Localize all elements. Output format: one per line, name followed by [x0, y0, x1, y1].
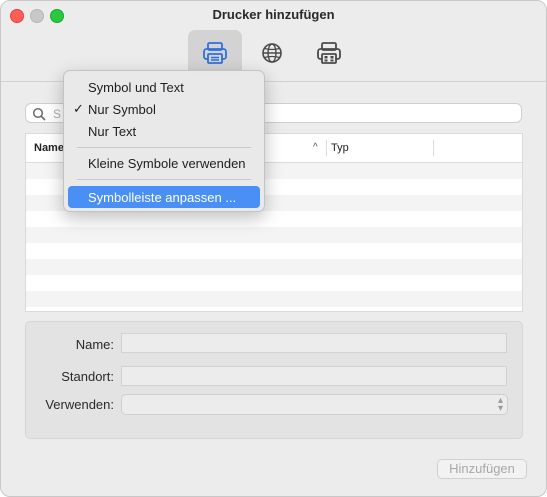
use-label: Verwenden: — [45, 397, 114, 412]
list-row — [26, 291, 522, 307]
menu-item-label: Kleine Symbole verwenden — [88, 156, 246, 171]
window-title: Drucker hinzufügen — [212, 7, 335, 22]
add-button[interactable]: Hinzufügen — [437, 459, 527, 479]
printer-icon — [203, 42, 227, 64]
column-header-type[interactable]: Typ — [331, 142, 349, 154]
menu-item-label: Nur Symbol — [88, 102, 156, 117]
menu-separator — [77, 147, 251, 148]
search-icon — [32, 107, 46, 121]
toolbar-windows-button[interactable] — [302, 30, 356, 76]
menu-separator — [77, 179, 251, 180]
menu-item-icon-only[interactable]: ✓ Nur Symbol — [68, 98, 260, 120]
column-separator — [433, 140, 434, 156]
list-row — [26, 211, 522, 227]
add-printer-window: Drucker hinzufügen S Name ^ Typ Name: St… — [0, 0, 547, 497]
name-label: Name: — [75, 337, 114, 352]
menu-item-customize-toolbar[interactable]: Symbolleiste anpassen ... — [68, 186, 260, 208]
list-row — [26, 259, 522, 275]
name-field[interactable] — [121, 333, 507, 353]
use-driver-select[interactable]: ▴ ▾ — [121, 394, 508, 415]
search-placeholder: S — [53, 107, 62, 121]
printer-details-panel: Name: Standort: Verwenden: ▴ ▾ — [25, 321, 523, 439]
fax-printer-icon — [317, 42, 341, 64]
menu-item-label: Nur Text — [88, 124, 137, 139]
list-row — [26, 243, 522, 259]
column-header-name[interactable]: Name — [34, 142, 64, 154]
globe-icon — [262, 43, 282, 63]
menu-item-label: Symbolleiste anpassen ... — [88, 190, 237, 205]
checkmark-icon: ✓ — [73, 101, 84, 116]
menu-item-small-icons[interactable]: Kleine Symbole verwenden — [68, 152, 260, 174]
column-separator — [326, 140, 327, 156]
toolbar-context-menu: Symbol und Text ✓ Nur Symbol Nur Text Kl… — [63, 70, 265, 212]
menu-item-label: Symbol und Text — [88, 80, 184, 95]
chevron-updown-icon: ▴ ▾ — [497, 395, 503, 414]
list-row — [26, 227, 522, 243]
sort-ascending-icon: ^ — [313, 142, 318, 153]
location-label: Standort: — [61, 369, 114, 384]
list-row — [26, 275, 522, 291]
menu-item-icon-and-text[interactable]: Symbol und Text — [68, 76, 260, 98]
menu-item-text-only[interactable]: Nur Text — [68, 120, 260, 142]
location-field[interactable] — [121, 366, 507, 386]
